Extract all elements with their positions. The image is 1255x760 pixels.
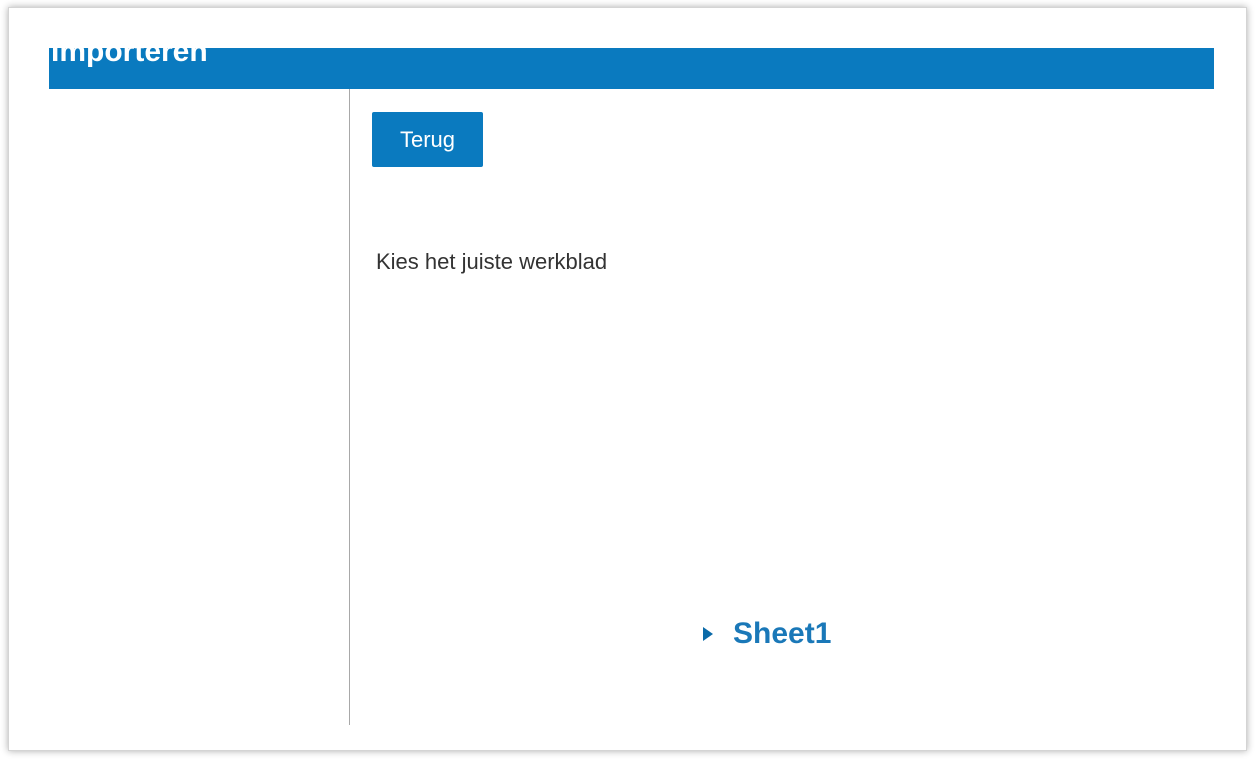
header-bar: Importeren xyxy=(49,48,1214,89)
back-button[interactable]: Terug xyxy=(372,112,483,167)
sheet-item-sheet1[interactable]: Sheet1 xyxy=(703,614,831,654)
sidebar-divider xyxy=(349,89,350,725)
page-title: Importeren xyxy=(51,48,208,68)
sheet-label[interactable]: Sheet1 xyxy=(733,614,831,654)
instruction-text: Kies het juiste werkblad xyxy=(376,249,608,274)
import-window: Importeren Terug Kies het juiste werkbla… xyxy=(8,7,1247,751)
caret-right-icon xyxy=(703,627,713,641)
